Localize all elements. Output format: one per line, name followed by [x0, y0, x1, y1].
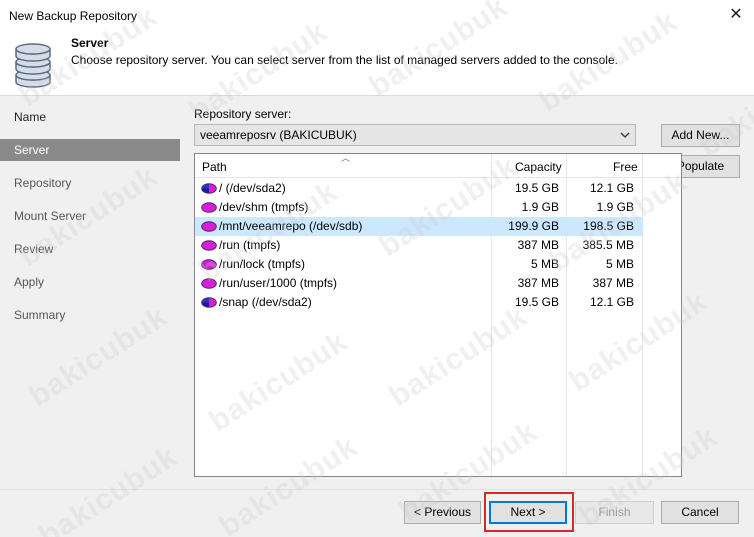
window-title: New Backup Repository — [9, 9, 138, 23]
table-row[interactable]: /run/user/1000 (tmpfs) 387 MB 387 MB — [195, 274, 643, 293]
system-disk-icon — [201, 297, 217, 308]
step-mount-server: Mount Server — [14, 209, 87, 223]
step-summary: Summary — [14, 308, 66, 322]
capacity-cell: 387 MB — [517, 238, 559, 252]
table-header: ︿ Path Capacity Free — [195, 154, 681, 178]
finish-button: Finish — [575, 501, 654, 524]
repository-server-dropdown[interactable]: veeamreposrv (BAKICUBUK) — [194, 124, 636, 146]
capacity-cell: 19.5 GB — [514, 181, 559, 195]
path-cell: /run/user/1000 (tmpfs) — [219, 276, 338, 290]
capacity-cell: 387 MB — [517, 276, 559, 290]
volumes-table[interactable]: ︿ Path Capacity Free / (/dev/sda2) 19.5 G… — [194, 153, 682, 477]
wizard-steps: Name Server Repository Mount Server Revi… — [0, 97, 180, 489]
column-capacity[interactable]: Capacity — [515, 154, 562, 178]
previous-button[interactable]: < Previous — [404, 501, 481, 524]
path-cell: /dev/shm (tmpfs) — [219, 200, 309, 214]
column-path[interactable]: Path — [202, 154, 227, 178]
disk-icon — [201, 240, 217, 251]
table-row[interactable]: / (/dev/sda2) 19.5 GB 12.1 GB — [195, 179, 643, 198]
step-name[interactable]: Name — [0, 106, 180, 128]
disk-icon — [201, 278, 217, 289]
next-button-highlight — [484, 492, 574, 532]
disk-icon — [201, 259, 217, 270]
page-description: Choose repository server. You can select… — [71, 53, 618, 67]
main-panel: Repository server: veeamreposrv (BAKICUB… — [180, 97, 754, 489]
disk-icon — [201, 202, 217, 213]
path-cell: /run/lock (tmpfs) — [219, 257, 306, 271]
free-cell: 1.9 GB — [596, 200, 634, 214]
path-cell: / (/dev/sda2) — [219, 181, 286, 195]
repository-server-value: veeamreposrv (BAKICUBUK) — [200, 128, 357, 142]
free-cell: 385.5 MB — [582, 238, 634, 252]
system-disk-icon — [201, 183, 217, 194]
close-icon[interactable]: ✕ — [726, 5, 746, 25]
column-free[interactable]: Free — [613, 154, 638, 178]
disk-icon — [201, 221, 217, 232]
path-cell: /mnt/veeamrepo (/dev/sdb) — [219, 219, 363, 233]
database-icon — [15, 43, 51, 88]
table-row[interactable]: /dev/shm (tmpfs) 1.9 GB 1.9 GB — [195, 198, 643, 217]
capacity-cell: 19.5 GB — [514, 295, 559, 309]
table-row[interactable]: /snap (/dev/sda2) 19.5 GB 12.1 GB — [195, 293, 643, 312]
chevron-down-icon — [620, 132, 630, 138]
free-cell: 387 MB — [592, 276, 634, 290]
free-cell: 5 MB — [605, 257, 634, 271]
sort-ascending-icon: ︿ — [341, 153, 351, 163]
add-new-button[interactable]: Add New... — [661, 124, 740, 147]
table-row[interactable]: /run (tmpfs) 387 MB 385.5 MB — [195, 236, 643, 255]
cancel-button[interactable]: Cancel — [661, 501, 739, 524]
free-cell: 12.1 GB — [589, 295, 634, 309]
capacity-cell: 1.9 GB — [521, 200, 559, 214]
repository-server-label: Repository server: — [194, 107, 292, 121]
step-repository: Repository — [14, 176, 72, 190]
step-apply: Apply — [14, 275, 45, 289]
path-cell: /snap (/dev/sda2) — [219, 295, 312, 309]
step-server[interactable]: Server — [0, 139, 180, 161]
page-title: Server — [71, 36, 109, 50]
wizard-header: Server Choose repository server. You can… — [0, 30, 754, 96]
table-row[interactable]: /run/lock (tmpfs) 5 MB 5 MB — [195, 255, 643, 274]
path-cell: /run (tmpfs) — [219, 238, 281, 252]
free-cell: 12.1 GB — [589, 181, 634, 195]
free-cell: 198.5 GB — [583, 219, 634, 233]
step-review: Review — [14, 242, 54, 256]
title-bar: New Backup Repository ✕ — [0, 0, 754, 30]
capacity-cell: 5 MB — [530, 257, 559, 271]
capacity-cell: 199.9 GB — [508, 219, 559, 233]
table-row[interactable]: /mnt/veeamrepo (/dev/sdb) 199.9 GB 198.5 G… — [195, 217, 643, 236]
